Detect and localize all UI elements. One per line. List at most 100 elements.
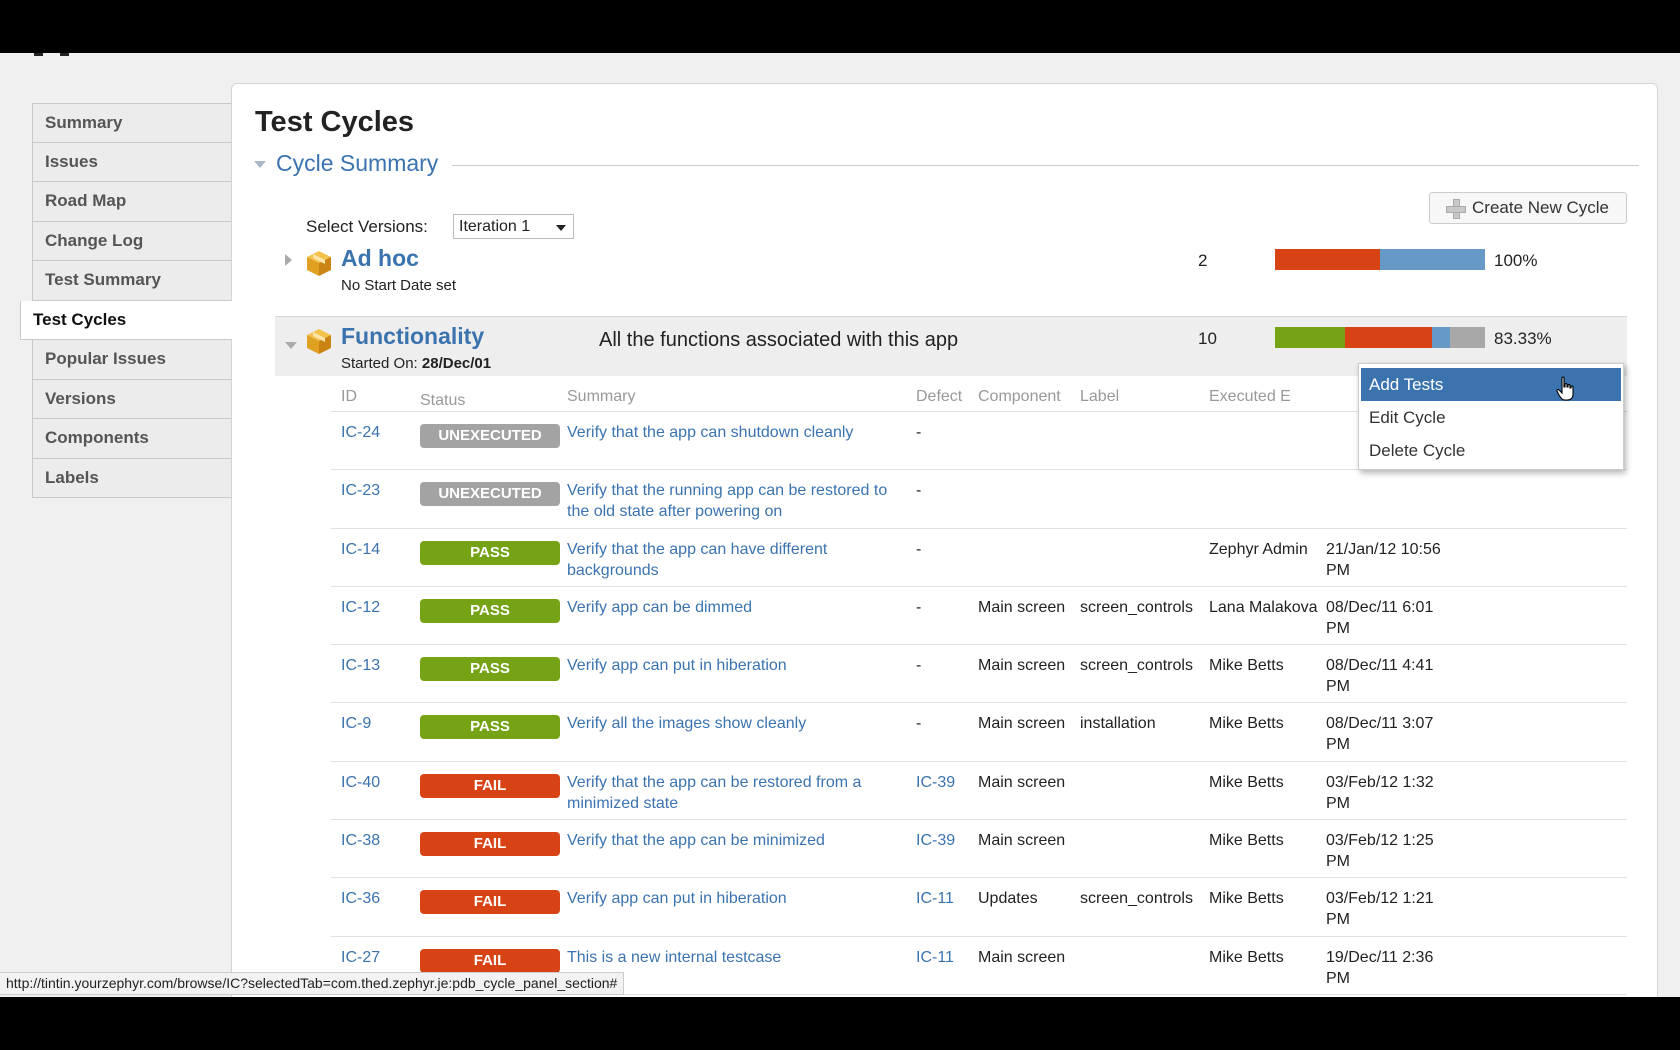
status-badge[interactable]: PASS bbox=[420, 540, 560, 565]
dropdown-caret-icon bbox=[556, 225, 566, 231]
executed-by-cell: Mike Betts bbox=[1209, 773, 1284, 791]
test-summary-link[interactable]: Verify app can put in hiberation bbox=[567, 888, 907, 909]
col-header-status[interactable]: Status bbox=[420, 392, 465, 410]
status-badge[interactable]: FAIL bbox=[420, 948, 560, 973]
status-badge[interactable]: PASS bbox=[420, 657, 560, 682]
defect-cell: - bbox=[916, 598, 922, 616]
test-id-link[interactable]: IC-40 bbox=[341, 772, 380, 793]
sidebar-item-popular-issues[interactable]: Popular Issues bbox=[32, 340, 232, 380]
sidebar-item-components[interactable]: Components bbox=[32, 419, 232, 459]
col-header-label[interactable]: Label bbox=[1080, 388, 1119, 406]
component-cell: Main screen bbox=[978, 948, 1066, 966]
sidebar-item-test-summary[interactable]: Test Summary bbox=[32, 261, 232, 301]
collapse-triangle-icon[interactable] bbox=[254, 161, 266, 168]
create-new-cycle-button[interactable]: Create New Cycle bbox=[1429, 192, 1627, 224]
test-summary-link[interactable]: Verify app can be dimmed bbox=[567, 597, 907, 618]
test-id-link[interactable]: IC-38 bbox=[341, 830, 380, 851]
status-badge[interactable]: PASS bbox=[420, 598, 560, 623]
status-badge[interactable]: FAIL bbox=[420, 773, 560, 798]
cycle-description: All the functions associated with this a… bbox=[599, 329, 959, 351]
status-badge[interactable]: UNEXECUTED bbox=[420, 482, 560, 507]
test-id-link[interactable]: IC-13 bbox=[341, 655, 380, 676]
tests-table: ID Status Summary Defect Component Label… bbox=[331, 380, 1627, 995]
sidebar-nav: Summary Issues Road Map Change Log Test Summ… bbox=[20, 103, 232, 498]
sidebar-item-summary[interactable]: Summary bbox=[32, 103, 232, 143]
test-id-link[interactable]: IC-23 bbox=[341, 480, 380, 501]
test-id-link[interactable]: IC-9 bbox=[341, 713, 371, 734]
component-cell: Main screen bbox=[978, 657, 1066, 675]
status-badge[interactable]: UNEXECUTED bbox=[420, 424, 560, 448]
executed-date-cell: 03/Feb/12 1:32 PM bbox=[1326, 773, 1434, 812]
logo bbox=[34, 53, 72, 56]
test-id-link[interactable]: IC-27 bbox=[341, 947, 380, 968]
menu-item-edit-cycle[interactable]: Edit Cycle bbox=[1359, 401, 1623, 434]
status-badge[interactable]: FAIL bbox=[420, 890, 560, 915]
status-cell: FAIL bbox=[420, 832, 560, 857]
status-cell: FAIL bbox=[420, 948, 560, 973]
collapse-triangle-icon[interactable] bbox=[285, 342, 297, 349]
sidebar-item-versions[interactable]: Versions bbox=[32, 379, 232, 419]
cycle-context-menu: Add Tests Edit Cycle Delete Cycle bbox=[1358, 363, 1624, 470]
table-row: IC-38 FAIL Verify that the app can be mini… bbox=[331, 820, 1627, 879]
label-cell: installation bbox=[1080, 715, 1156, 733]
status-cell: PASS bbox=[420, 598, 560, 623]
col-header-id[interactable]: ID bbox=[341, 388, 357, 406]
cycle-summary-header[interactable]: Cycle Summary bbox=[254, 150, 1639, 177]
sidebar-item-road-map[interactable]: Road Map bbox=[32, 182, 232, 222]
table-body: IC-24 UNEXECUTED Verify that the app can s… bbox=[331, 412, 1627, 995]
progress-segment bbox=[1432, 327, 1450, 348]
cycle-percent: 83.33% bbox=[1494, 329, 1552, 348]
cycle-progress-bar bbox=[1275, 327, 1485, 348]
test-summary-link[interactable]: Verify that the app can be minimized bbox=[567, 830, 907, 851]
test-id-link[interactable]: IC-24 bbox=[341, 422, 380, 443]
test-summary-link[interactable]: Verify that the running app can be resto… bbox=[567, 480, 907, 522]
executed-date-cell: 03/Feb/12 1:25 PM bbox=[1326, 832, 1434, 871]
defect-cell[interactable]: IC-39 bbox=[916, 830, 955, 851]
col-header-executed-by[interactable]: Executed E bbox=[1209, 388, 1319, 406]
cycle-name[interactable]: Functionality bbox=[341, 323, 484, 350]
versions-label: Select Versions: bbox=[306, 217, 428, 236]
col-header-defect[interactable]: Defect bbox=[916, 388, 962, 406]
defect-cell[interactable]: IC-11 bbox=[916, 888, 954, 909]
sidebar-item-test-cycles[interactable]: Test Cycles bbox=[20, 300, 232, 340]
component-cell: Updates bbox=[978, 890, 1038, 908]
cycle-name[interactable]: Ad hoc bbox=[341, 245, 419, 272]
table-row: IC-13 PASS Verify app can put in hiberatio… bbox=[331, 645, 1627, 704]
browser-status-bar: http://tintin.yourzephyr.com/browse/IC?s… bbox=[0, 972, 625, 995]
create-new-cycle-label: Create New Cycle bbox=[1472, 198, 1609, 217]
cycle-row-adhoc[interactable]: Ad hoc No Start Date set 2 100% bbox=[275, 239, 1627, 299]
defect-cell[interactable]: IC-11 bbox=[916, 947, 954, 968]
executed-by-cell: Lana Malakova bbox=[1209, 598, 1318, 616]
test-summary-link[interactable]: This is a new internal testcase bbox=[567, 947, 907, 968]
sidebar-item-change-log[interactable]: Change Log bbox=[32, 221, 232, 261]
test-summary-link[interactable]: Verify app can put in hiberation bbox=[567, 655, 907, 676]
versions-select[interactable]: Iteration 1 bbox=[453, 214, 574, 239]
plus-icon bbox=[1446, 199, 1466, 219]
menu-item-delete-cycle[interactable]: Delete Cycle bbox=[1359, 434, 1623, 467]
executed-by-cell: Mike Betts bbox=[1209, 832, 1284, 850]
test-id-link[interactable]: IC-36 bbox=[341, 888, 380, 909]
col-header-summary[interactable]: Summary bbox=[567, 388, 907, 406]
test-id-link[interactable]: IC-12 bbox=[341, 597, 380, 618]
sidebar-item-labels[interactable]: Labels bbox=[32, 458, 232, 498]
status-badge[interactable]: PASS bbox=[420, 715, 560, 740]
hand-pointer-icon bbox=[1556, 376, 1574, 401]
menu-item-add-tests[interactable]: Add Tests bbox=[1361, 368, 1621, 401]
status-badge[interactable]: FAIL bbox=[420, 832, 560, 857]
test-summary-link[interactable]: Verify that the app can shutdown cleanly bbox=[567, 422, 907, 443]
executed-by-cell: Mike Betts bbox=[1209, 657, 1284, 675]
test-summary-link[interactable]: Verify all the images show cleanly bbox=[567, 713, 907, 734]
executed-by-cell: Mike Betts bbox=[1209, 890, 1284, 908]
defect-cell[interactable]: IC-39 bbox=[916, 772, 955, 793]
executed-by-cell: Mike Betts bbox=[1209, 948, 1284, 966]
status-cell: PASS bbox=[420, 540, 560, 565]
test-id-link[interactable]: IC-14 bbox=[341, 539, 380, 560]
test-summary-link[interactable]: Verify that the app can be restored from… bbox=[567, 772, 907, 814]
expand-triangle-icon[interactable] bbox=[285, 254, 292, 266]
col-header-component[interactable]: Component bbox=[978, 388, 1073, 406]
test-summary-link[interactable]: Verify that the app can have different b… bbox=[567, 539, 907, 581]
label-cell: screen_controls bbox=[1080, 598, 1193, 616]
defect-cell: - bbox=[916, 657, 922, 675]
versions-selected-value: Iteration 1 bbox=[459, 217, 531, 235]
sidebar-item-issues[interactable]: Issues bbox=[32, 142, 232, 182]
